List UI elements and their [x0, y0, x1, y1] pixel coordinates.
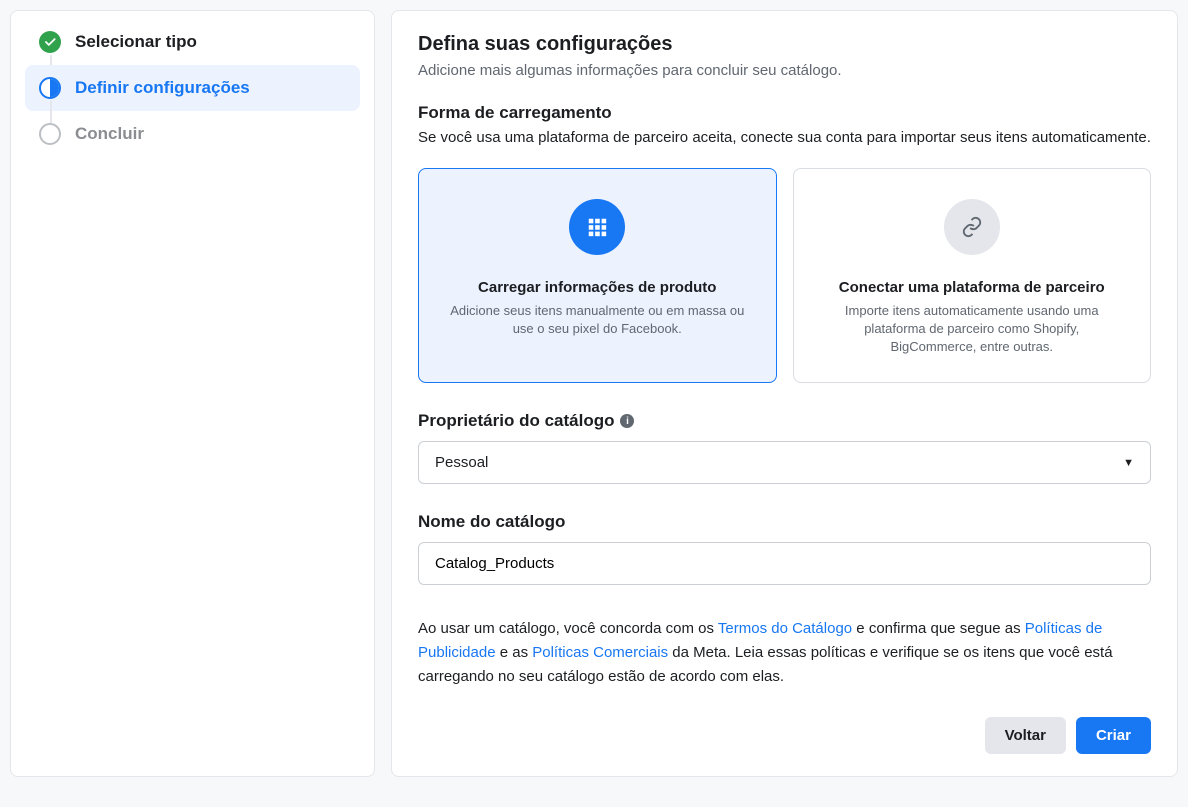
- upload-method-title: Forma de carregamento: [418, 103, 1151, 123]
- half-circle-icon: [39, 77, 61, 99]
- catalog-name-label: Nome do catálogo: [418, 512, 1151, 532]
- step-finish[interactable]: Concluir: [25, 111, 360, 157]
- step-label: Concluir: [75, 124, 144, 144]
- create-button[interactable]: Criar: [1076, 717, 1151, 754]
- step-label: Definir configurações: [75, 78, 250, 98]
- catalog-owner-label: Proprietário do catálogo i: [418, 411, 1151, 431]
- commercial-policies-link[interactable]: Políticas Comerciais: [532, 644, 668, 661]
- catalog-terms-link[interactable]: Termos do Catálogo: [718, 620, 852, 637]
- chevron-down-icon: ▼: [1123, 457, 1134, 469]
- grid-icon: [569, 199, 625, 255]
- footer-actions: Voltar Criar: [418, 717, 1151, 754]
- step-select-type[interactable]: Selecionar tipo: [25, 19, 360, 65]
- link-icon: [944, 199, 1000, 255]
- card-title: Carregar informações de produto: [445, 279, 750, 296]
- check-icon: [39, 31, 61, 53]
- empty-circle-icon: [39, 123, 61, 145]
- back-button[interactable]: Voltar: [985, 717, 1066, 754]
- info-icon[interactable]: i: [620, 414, 634, 428]
- card-connect-partner-platform[interactable]: Conectar uma plataforma de parceiro Impo…: [793, 168, 1152, 384]
- upload-method-cards: Carregar informações de produto Adicione…: [418, 168, 1151, 384]
- catalog-name-input[interactable]: [418, 542, 1151, 585]
- upload-method-desc: Se você usa uma plataforma de parceiro a…: [418, 127, 1151, 150]
- page-title: Defina suas configurações: [418, 33, 1151, 56]
- step-configure-settings[interactable]: Definir configurações: [25, 65, 360, 111]
- select-value: Pessoal: [435, 454, 488, 471]
- card-desc: Importe itens automaticamente usando uma…: [820, 302, 1125, 357]
- step-label: Selecionar tipo: [75, 32, 197, 52]
- wizard-sidebar: Selecionar tipo Definir configurações Co…: [10, 10, 375, 777]
- legal-text: Ao usar um catálogo, você concorda com o…: [418, 617, 1151, 689]
- card-title: Conectar uma plataforma de parceiro: [820, 279, 1125, 296]
- main-panel: Defina suas configurações Adicione mais …: [391, 10, 1178, 777]
- catalog-owner-select[interactable]: Pessoal ▼: [418, 441, 1151, 484]
- card-upload-product-info[interactable]: Carregar informações de produto Adicione…: [418, 168, 777, 384]
- card-desc: Adicione seus itens manualmente ou em ma…: [445, 302, 750, 338]
- page-subtitle: Adicione mais algumas informações para c…: [418, 62, 1151, 79]
